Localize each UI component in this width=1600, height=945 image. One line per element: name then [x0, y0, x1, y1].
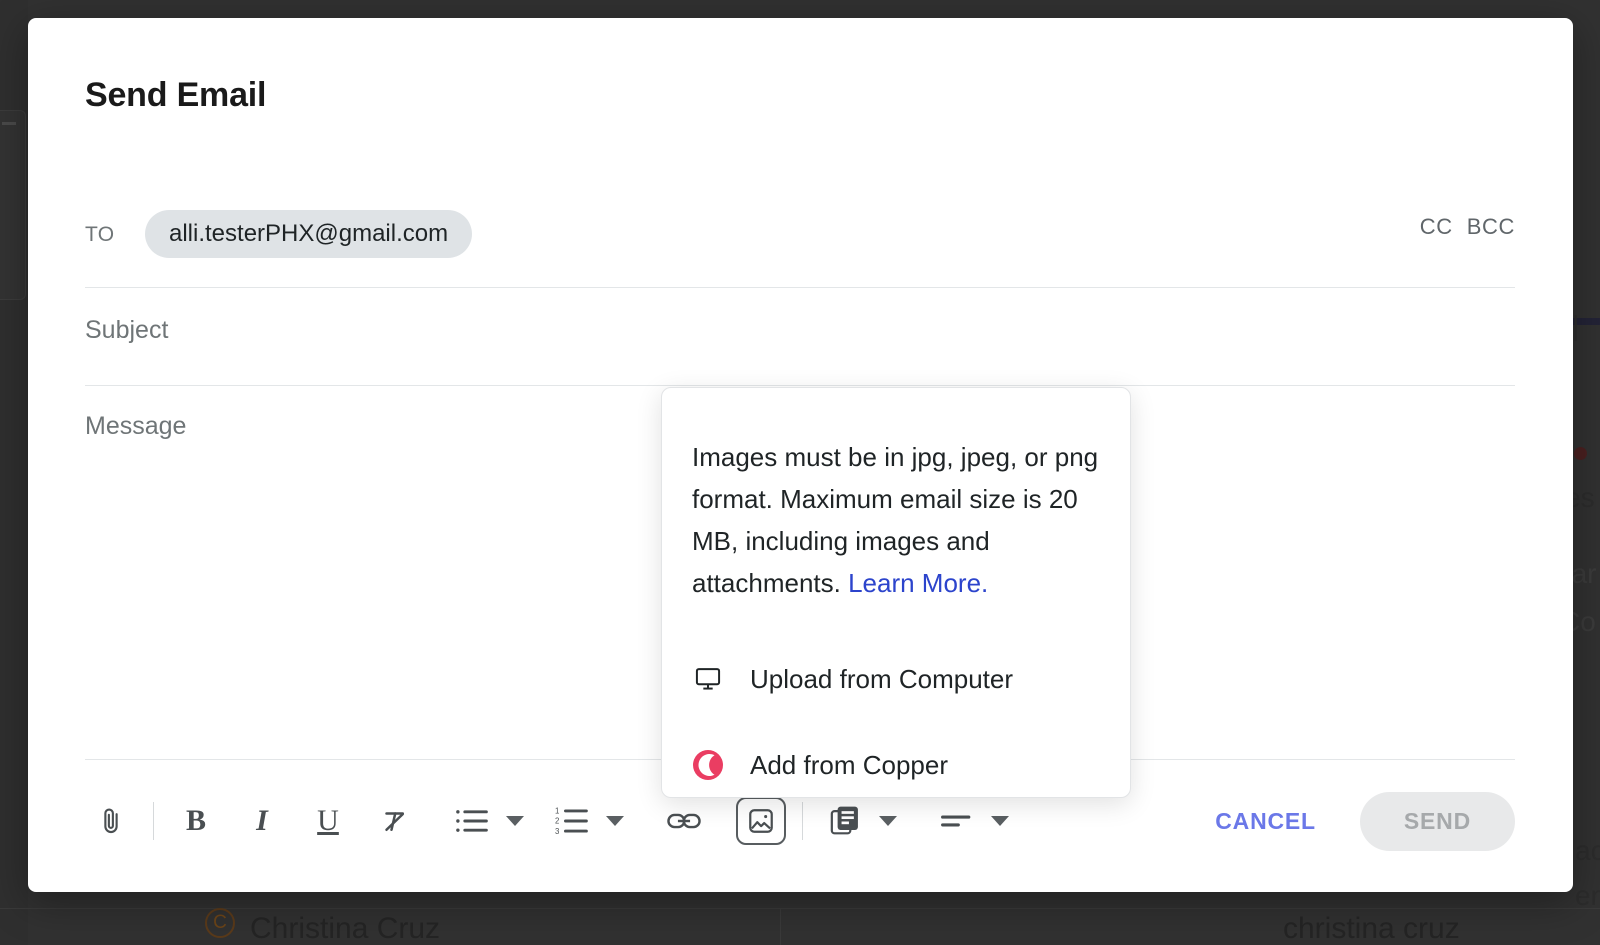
background-row-divider — [0, 908, 1600, 909]
italic-label: I — [256, 804, 268, 837]
svg-text:1: 1 — [555, 806, 559, 815]
numbered-list-button[interactable]: 1 2 3 — [546, 795, 598, 847]
menu-item-upload-from-computer[interactable]: Upload from Computer — [692, 650, 1100, 708]
attach-file-button[interactable] — [85, 795, 137, 847]
chevron-down-icon — [606, 816, 624, 826]
cancel-button[interactable]: CANCEL — [1193, 794, 1338, 849]
learn-more-link[interactable]: Learn More. — [848, 568, 988, 598]
background-contact-handle: christina cruz — [1283, 912, 1460, 945]
background-left-panel — [0, 110, 26, 300]
recipient-chip[interactable]: alli.testerPHX@gmail.com — [145, 210, 473, 258]
background-left-dash — [2, 122, 16, 125]
templates-dropdown[interactable] — [871, 795, 905, 847]
send-button[interactable]: SEND — [1359, 791, 1515, 851]
send-email-modal: Send Email TO alli.testerPHX@gmail.com C… — [28, 18, 1573, 892]
toolbar-divider — [802, 802, 803, 840]
cc-bcc-group: CC BCC — [1420, 214, 1515, 240]
bold-label: B — [185, 804, 206, 837]
message-placeholder: Message — [85, 412, 187, 440]
background-avatar: C — [205, 908, 235, 938]
bulleted-list-dropdown[interactable] — [498, 795, 532, 847]
chevron-down-icon — [506, 816, 524, 826]
insert-link-button[interactable] — [658, 795, 710, 847]
italic-button[interactable]: I — [236, 795, 288, 847]
signature-dropdown[interactable] — [983, 795, 1017, 847]
modal-actions: CANCEL SEND — [1193, 791, 1515, 851]
background-text-fragment: act — [1575, 835, 1600, 866]
to-label: TO — [85, 223, 115, 246]
monitor-icon — [692, 663, 724, 695]
chevron-down-icon — [991, 816, 1009, 826]
numbered-list-dropdown[interactable] — [598, 795, 632, 847]
templates-button[interactable] — [819, 795, 871, 847]
background-status-dot — [1574, 447, 1587, 460]
insert-image-button[interactable] — [736, 797, 786, 845]
background-text-fragment: | — [1572, 310, 1580, 341]
bold-button[interactable]: B — [170, 795, 222, 847]
page-title: Send Email — [85, 76, 267, 114]
bcc-toggle[interactable]: BCC — [1467, 214, 1515, 240]
screen: e es par Co | act en C Christina Cruz ch… — [0, 0, 1600, 945]
svg-text:2: 2 — [555, 817, 559, 826]
cc-toggle[interactable]: CC — [1420, 214, 1453, 240]
copper-logo-icon — [692, 749, 724, 781]
svg-text:3: 3 — [555, 827, 560, 836]
underline-label: U — [317, 804, 339, 837]
menu-item-label: Add from Copper — [750, 749, 948, 780]
popover-menu: Upload from Computer Add from Copper — [692, 650, 1100, 794]
insert-image-popover: Images must be in jpg, jpeg, or png form… — [661, 387, 1131, 798]
background-column-divider — [780, 908, 781, 945]
chevron-down-icon — [879, 816, 897, 826]
to-field-row[interactable]: TO alli.testerPHX@gmail.com CC BCC — [85, 198, 1515, 288]
menu-item-label: Upload from Computer — [750, 663, 1013, 694]
subject-placeholder: Subject — [85, 316, 169, 344]
clear-formatting-icon[interactable] — [368, 795, 420, 847]
popover-body: Images must be in jpg, jpeg, or png form… — [692, 436, 1100, 604]
background-contact-name: Christina Cruz — [250, 912, 441, 945]
subject-field-row[interactable]: Subject — [85, 296, 1515, 386]
signature-button[interactable] — [931, 795, 983, 847]
underline-button[interactable]: U — [302, 795, 354, 847]
toolbar-divider — [153, 802, 154, 840]
menu-item-add-from-copper[interactable]: Add from Copper — [692, 736, 1100, 794]
bulleted-list-button[interactable] — [446, 795, 498, 847]
